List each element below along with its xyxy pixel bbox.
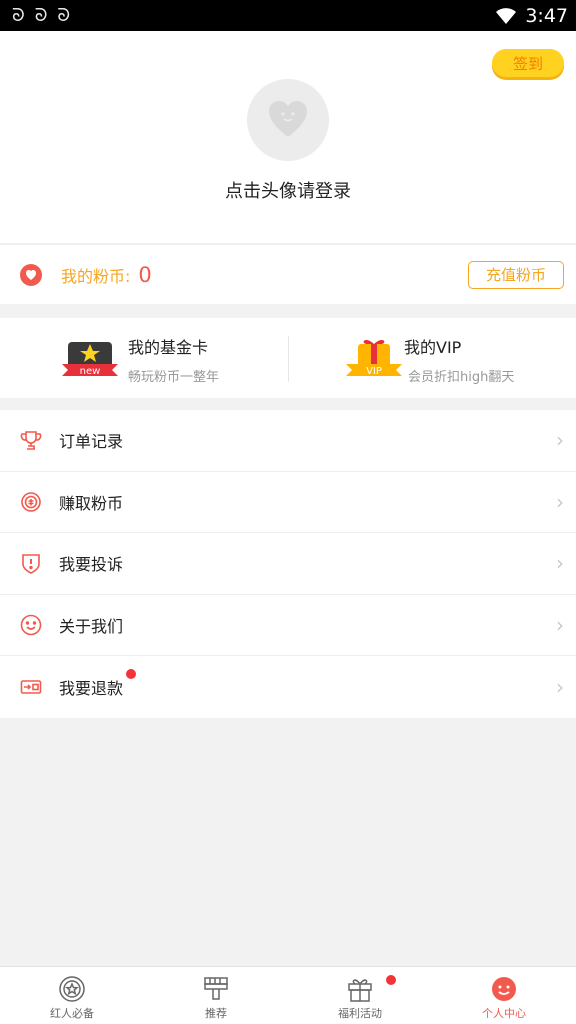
profile-header: 签到 点击头像请登录 <box>0 31 576 243</box>
fund-card-icon: new <box>62 342 118 377</box>
menu-label: 关于我们 <box>59 616 124 636</box>
wifi-icon <box>496 7 517 24</box>
coin-earn-icon <box>20 491 42 513</box>
app-notification-icon: ᘐ <box>34 5 48 26</box>
new-badge: new <box>80 366 101 377</box>
nav-label: 个人中心 <box>482 1007 526 1020</box>
clock: 3:47 <box>525 4 568 27</box>
checkin-button[interactable]: 签到 <box>492 49 564 77</box>
chevron-right-icon: › <box>556 551 564 576</box>
menu-item-refund[interactable]: 我要退款 › <box>0 656 576 718</box>
nav-label: 红人必备 <box>50 1007 94 1020</box>
menu-item-about[interactable]: 关于我们 › <box>0 595 576 656</box>
chevron-right-icon: › <box>556 674 564 699</box>
nav-label: 推荐 <box>205 1007 227 1020</box>
fund-card-subtitle: 畅玩粉币一整年 <box>128 370 220 385</box>
notification-dot <box>386 975 396 985</box>
menu-item-complaint[interactable]: 我要投诉 › <box>0 533 576 595</box>
tab-welfare[interactable]: 福利活动 <box>288 967 432 1024</box>
coins-row: 我的粉币: 0 充值粉币 <box>0 244 576 304</box>
tab-recommend[interactable]: 推荐 <box>144 967 288 1024</box>
recharge-button[interactable]: 充值粉币 <box>468 260 564 289</box>
tab-profile[interactable]: 个人中心 <box>432 967 576 1024</box>
chevron-right-icon: › <box>556 428 564 453</box>
menu-label: 订单记录 <box>59 432 124 452</box>
login-prompt[interactable]: 点击头像请登录 <box>0 177 576 203</box>
notification-dot <box>126 669 136 679</box>
profile-menu: 订单记录 › 赚取粉币 › 我要投诉 › 关于我们 › 我要退款 › <box>0 410 576 718</box>
heart-face-icon <box>269 101 307 137</box>
chevron-right-icon: › <box>556 612 564 637</box>
vip-gift-icon: VIP <box>346 339 402 377</box>
avatar[interactable] <box>247 79 329 161</box>
vip-card[interactable]: VIP 我的VIP 会员折扣high翻天 <box>288 318 576 398</box>
coins-value: 0 <box>138 262 152 287</box>
membership-cards: new 我的基金卡 畅玩粉币一整年 VIP 我的VIP 会员折扣high翻天 <box>0 318 576 398</box>
vip-card-subtitle: 会员折扣high翻天 <box>408 370 515 385</box>
vip-card-title: 我的VIP <box>404 338 462 357</box>
menu-label: 我要退款 <box>59 678 124 698</box>
gift-icon <box>346 975 374 1003</box>
trophy-icon <box>20 429 42 451</box>
vip-badge: VIP <box>366 366 382 377</box>
face-icon <box>490 975 518 1003</box>
app-notification-icon: ᘐ <box>57 5 71 26</box>
complaint-shield-icon <box>20 552 42 575</box>
menu-item-earn-coins[interactable]: 赚取粉币 › <box>0 472 576 533</box>
menu-label: 我要投诉 <box>59 555 124 575</box>
menu-label: 赚取粉币 <box>59 493 124 513</box>
tab-must-have[interactable]: 红人必备 <box>0 967 144 1024</box>
fund-card-title: 我的基金卡 <box>128 338 209 357</box>
brush-icon <box>202 975 230 1003</box>
notification-icons: ᘐ ᘐ ᘐ <box>12 5 70 26</box>
status-bar: ᘐ ᘐ ᘐ 3:47 <box>0 0 576 31</box>
coins-label: 我的粉币: <box>61 266 131 286</box>
star-badge-icon <box>58 975 86 1003</box>
nav-label: 福利活动 <box>338 1007 382 1020</box>
chevron-right-icon: › <box>556 489 564 514</box>
heart-coin-icon <box>20 263 42 286</box>
smile-icon <box>20 614 42 636</box>
refund-icon <box>20 676 42 698</box>
menu-item-orders[interactable]: 订单记录 › <box>0 410 576 472</box>
fund-card[interactable]: new 我的基金卡 畅玩粉币一整年 <box>0 318 288 398</box>
bottom-nav: 红人必备 推荐 福利活动 个人中心 <box>0 966 576 1024</box>
app-notification-icon: ᘐ <box>12 5 25 26</box>
